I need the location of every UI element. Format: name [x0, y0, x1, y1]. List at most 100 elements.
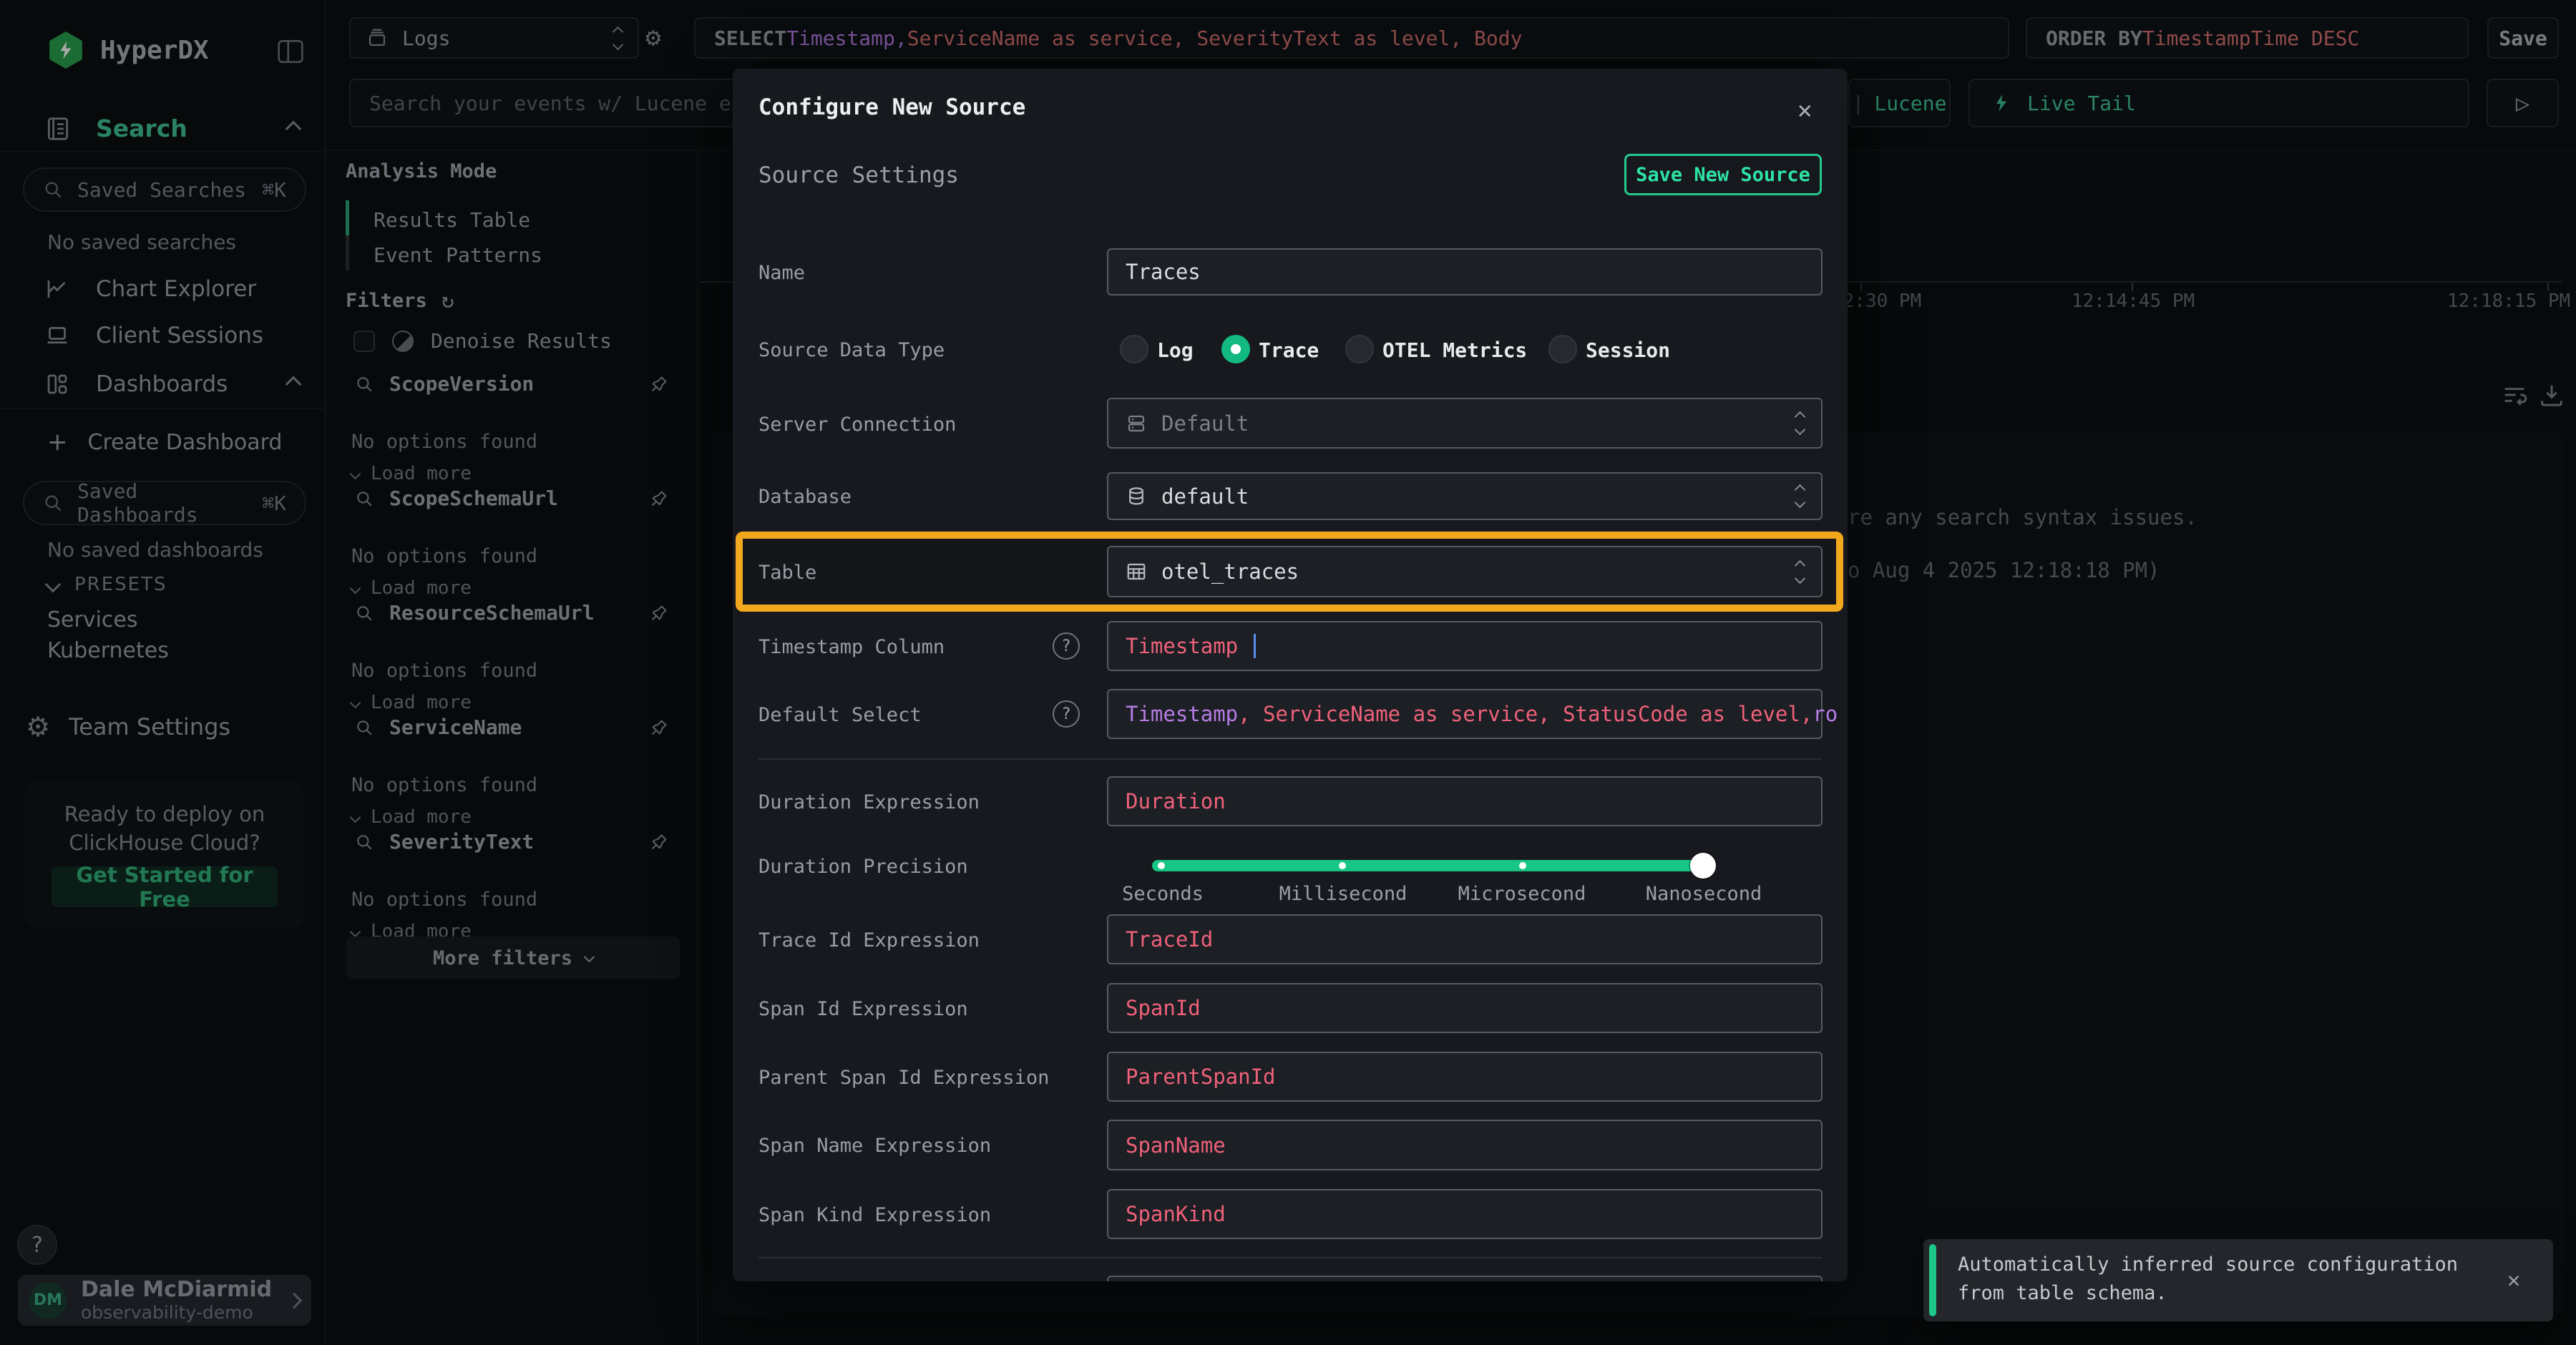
presets-toggle[interactable]: PRESETS	[47, 574, 167, 595]
load-more-button[interactable]: Load more	[351, 692, 723, 713]
pin-icon[interactable]	[648, 717, 670, 738]
run-query-play-button[interactable]: ▷	[2487, 79, 2559, 127]
duration-precision-slider[interactable]	[1152, 860, 1710, 871]
timestamp-column-input[interactable]: Timestamp	[1107, 621, 1823, 671]
name-input[interactable]: Traces	[1107, 248, 1823, 295]
table-select[interactable]: otel_traces	[1107, 546, 1823, 597]
create-dashboard-button[interactable]: + Create Dashboard	[47, 428, 282, 456]
span-name-input[interactable]: SpanName	[1107, 1120, 1823, 1170]
radio-otel-metrics[interactable]	[1345, 335, 1374, 363]
parent-span-id-input[interactable]: ParentSpanId	[1107, 1052, 1823, 1102]
save-new-source-label: Save New Source	[1636, 164, 1810, 186]
preset-item-label: Services	[47, 607, 138, 632]
trace-id-input[interactable]: TraceId	[1107, 914, 1823, 964]
radio-session-label[interactable]: Session	[1586, 338, 1670, 362]
user-menu[interactable]: DM Dale McDiarmid observability-demo	[18, 1275, 311, 1326]
sidebar-item-chart-explorer[interactable]: Chart Explorer	[44, 276, 256, 302]
slider-thumb[interactable]	[1690, 853, 1716, 879]
filter-name[interactable]: ServiceName	[389, 715, 522, 739]
span-id-input[interactable]: SpanId	[1107, 983, 1823, 1033]
lucene-toggle[interactable]: | Lucene	[1848, 79, 1951, 127]
sidebar-item-services[interactable]: Services	[47, 607, 138, 632]
more-filters-button[interactable]: More filters	[346, 936, 680, 979]
filter-name[interactable]: ResourceSchemaUrl	[389, 601, 595, 625]
radio-session[interactable]	[1548, 335, 1577, 363]
live-tail-button[interactable]: Live Tail	[1968, 79, 2469, 127]
table-label: Table	[758, 562, 816, 584]
brand[interactable]: HyperDX	[47, 31, 209, 69]
duration-expression-value: Duration	[1126, 789, 1226, 813]
toast-close-icon[interactable]: ✕	[2507, 1268, 2520, 1293]
filter-name[interactable]: ScopeVersion	[389, 372, 534, 396]
filter-name[interactable]: ScopeSchemaUrl	[389, 486, 558, 510]
time-label: 12:14:45 PM	[2072, 290, 2195, 312]
radio-log-label[interactable]: Log	[1157, 338, 1194, 362]
tab-event-patterns[interactable]: Event Patterns	[374, 243, 542, 267]
load-more-button[interactable]: Load more	[351, 463, 723, 484]
pin-icon[interactable]	[648, 602, 670, 624]
sidebar-item-kubernetes[interactable]: Kubernetes	[47, 638, 169, 663]
load-more-button[interactable]: Load more	[351, 577, 723, 599]
pin-icon[interactable]	[648, 831, 670, 853]
sql-select-input[interactable]: SELECT Timestamp, ServiceName as service…	[694, 17, 2009, 59]
precision-tick-label[interactable]: Millisecond	[1279, 883, 1407, 905]
save-label: Save	[2499, 26, 2547, 50]
query-settings-gear-icon[interactable]: ⚙	[645, 23, 661, 52]
save-new-source-button[interactable]: Save New Source	[1624, 154, 1822, 195]
get-started-button[interactable]: Get Started for Free	[52, 866, 278, 907]
sidebar-item-client-sessions[interactable]: Client Sessions	[44, 323, 263, 348]
help-button[interactable]: ?	[17, 1225, 57, 1265]
tab-results-table[interactable]: Results Table	[374, 208, 530, 232]
filter-group-servicename: ServiceName No options found Load more	[326, 715, 698, 783]
save-search-button[interactable]: Save	[2487, 17, 2559, 59]
help-circle-icon[interactable]: ?	[1053, 700, 1080, 728]
sidebar-item-search[interactable]: Search	[44, 114, 299, 142]
precision-tick-label[interactable]: Nanosecond	[1646, 883, 1762, 905]
server-connection-select[interactable]: Default	[1107, 398, 1823, 449]
pin-icon[interactable]	[648, 373, 670, 395]
close-icon[interactable]: ✕	[1797, 96, 1812, 124]
laptop-icon	[44, 323, 70, 348]
precision-tick-label[interactable]: Microsecond	[1458, 883, 1586, 905]
slider-mark	[1158, 862, 1165, 869]
sidebar-item-dashboards[interactable]: Dashboards	[44, 371, 299, 397]
database-select[interactable]: default	[1107, 472, 1823, 520]
wrap-lines-icon[interactable]	[2500, 381, 2529, 409]
order-by-input[interactable]: ORDER BY TimestampTime DESC	[2026, 17, 2469, 59]
default-select-input[interactable]: Timestamp, ServiceName as service, Statu…	[1107, 689, 1823, 739]
radio-log[interactable]	[1120, 335, 1148, 363]
precision-tick-label[interactable]: Seconds	[1122, 883, 1204, 905]
download-icon[interactable]	[2537, 381, 2566, 409]
denoise-checkbox[interactable]	[353, 331, 375, 352]
radio-otel-metrics-label[interactable]: OTEL Metrics	[1382, 338, 1527, 362]
help-circle-icon[interactable]: ?	[1053, 632, 1080, 660]
radio-trace[interactable]	[1221, 335, 1250, 363]
promo-line2: ClickHouse Cloud?	[24, 831, 305, 855]
slider-mark	[1339, 862, 1346, 869]
get-started-label: Get Started for Free	[52, 863, 278, 911]
source-select[interactable]: Logs	[349, 17, 639, 59]
toast-line2: from table schema.	[1958, 1282, 2167, 1304]
user-org: observability-demo	[81, 1302, 272, 1324]
sidebar-item-team-settings[interactable]: ⚙ Team Settings	[26, 711, 230, 743]
span-id-value: SpanId	[1126, 996, 1201, 1020]
span-kind-input[interactable]: SpanKind	[1107, 1189, 1823, 1239]
pin-icon[interactable]	[648, 488, 670, 509]
denoise-results-option[interactable]: Denoise Results	[353, 329, 612, 353]
saved-dashboards-placeholder: Saved Dashboards	[77, 479, 248, 527]
saved-dashboards-input[interactable]: Saved Dashboards ⌘K	[23, 481, 306, 525]
load-more-button[interactable]: Load more	[351, 806, 723, 828]
denoise-label: Denoise Results	[431, 329, 612, 353]
timestamp-column-label: Timestamp Column	[758, 636, 945, 658]
saved-searches-input[interactable]: Saved Searches ⌘K	[23, 167, 306, 212]
search-icon	[355, 489, 374, 508]
duration-expression-input[interactable]: Duration	[1107, 776, 1823, 826]
shortcut-hint: ⌘K	[262, 178, 286, 202]
modal-title: Configure New Source	[758, 94, 1025, 120]
refresh-icon[interactable]: ↻	[441, 288, 454, 313]
collapse-sidebar-icon[interactable]	[276, 39, 305, 64]
radio-trace-label[interactable]: Trace	[1259, 338, 1319, 362]
filter-name[interactable]: SeverityText	[389, 830, 534, 854]
preset-item-label: Kubernetes	[47, 638, 169, 663]
search-icon	[355, 718, 374, 737]
